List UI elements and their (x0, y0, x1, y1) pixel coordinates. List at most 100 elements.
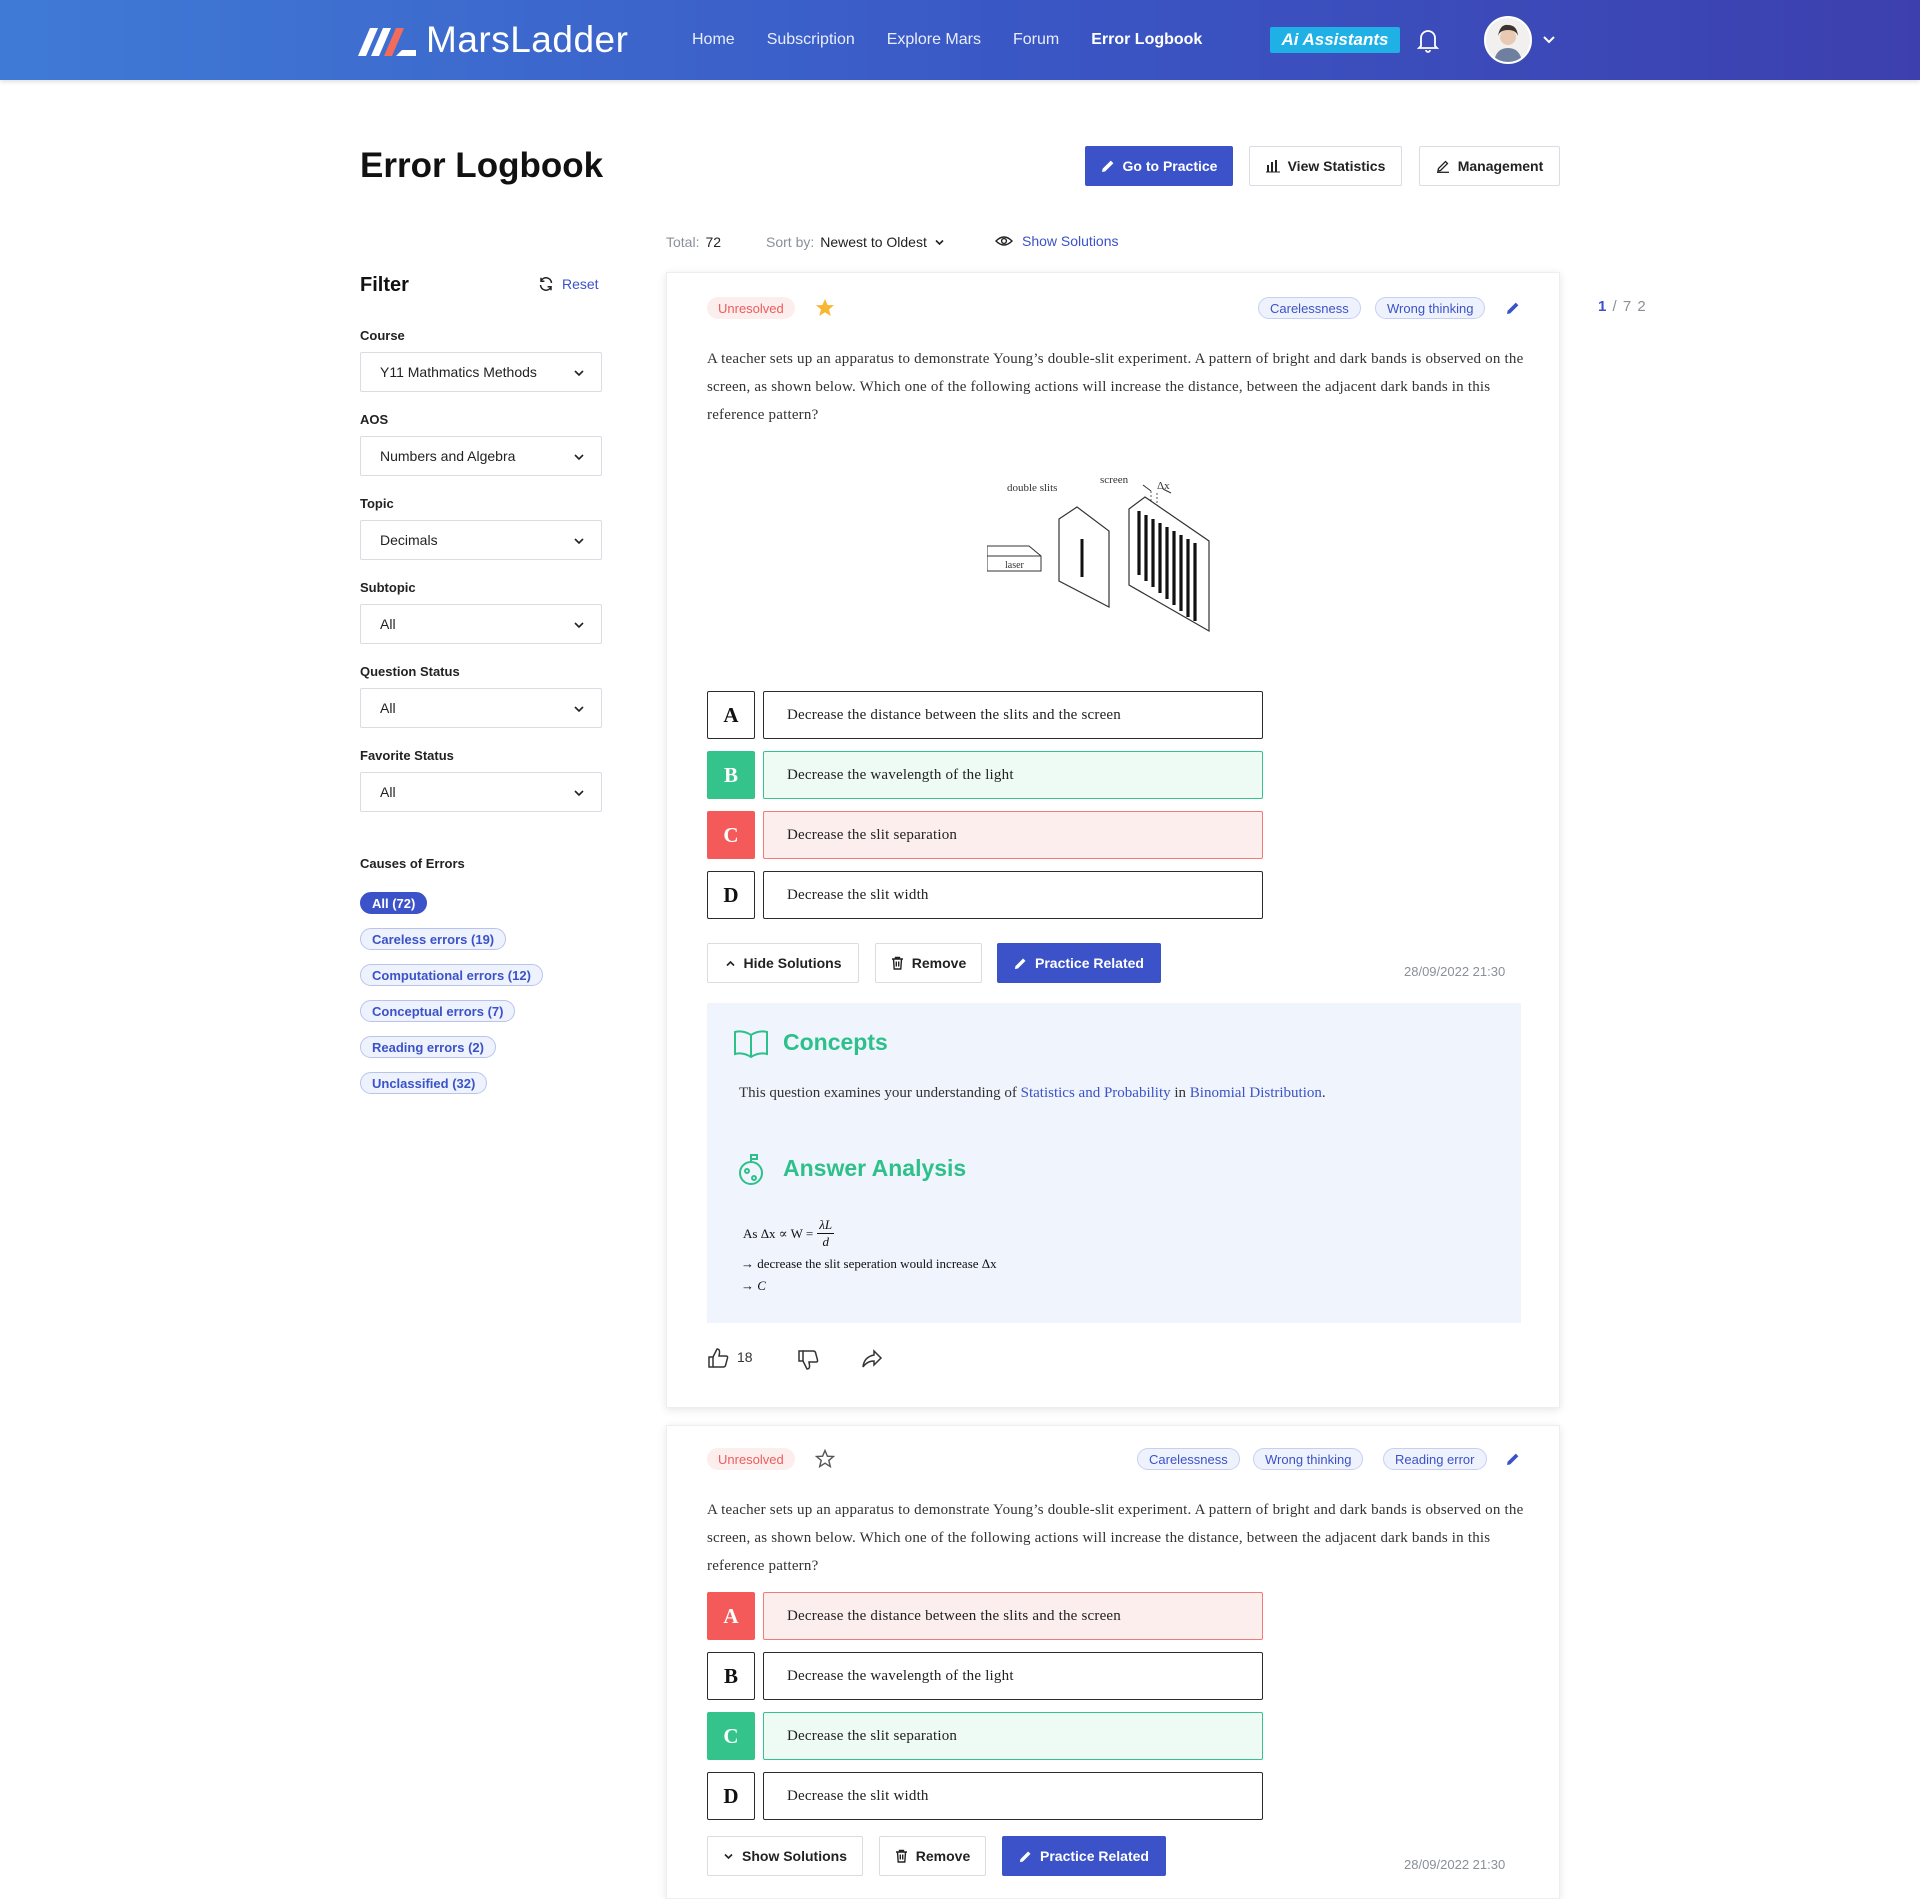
bar-chart-icon (1265, 160, 1280, 173)
course-select[interactable]: Y11 Mathmatics Methods (360, 352, 602, 392)
tag-wrong-thinking[interactable]: Wrong thinking (1253, 1448, 1364, 1470)
question-card: Unresolved Carelessness Wrong thinking R… (666, 1425, 1560, 1899)
subtopic-select[interactable]: All (360, 604, 602, 644)
timestamp: 28/09/2022 21:30 (1404, 1857, 1506, 1872)
assistants-label: Assistants (1302, 30, 1389, 49)
thumbs-down-icon[interactable] (797, 1349, 819, 1371)
practice-related-button[interactable]: Practice Related (997, 943, 1161, 983)
nav-explore-mars[interactable]: Explore Mars (887, 31, 981, 49)
double-slit-diagram: double slits screen Δx laser (987, 474, 1210, 633)
remove-button[interactable]: Remove (875, 943, 982, 983)
pencil-icon (1019, 1850, 1031, 1862)
favorite-status-select[interactable]: All (360, 772, 602, 812)
option-a-letter[interactable]: A (707, 1592, 755, 1640)
star-outline-icon[interactable] (815, 1449, 835, 1469)
sort-value: Newest to Oldest (820, 234, 927, 250)
slit-plate (1058, 506, 1110, 608)
option-c-text[interactable]: Decrease the slit separation (763, 1712, 1263, 1760)
question-status-label: Question Status (360, 664, 460, 679)
hide-solutions-button[interactable]: Hide Solutions (707, 943, 859, 983)
bell-icon[interactable] (1416, 27, 1440, 53)
question-status-select[interactable]: All (360, 688, 602, 728)
open-book-icon (734, 1030, 768, 1059)
star-filled-icon[interactable] (815, 298, 835, 318)
timestamp: 28/09/2022 21:30 (1404, 964, 1506, 979)
option-c-text[interactable]: Decrease the slit separation (763, 811, 1263, 859)
show-solutions-label: Show Solutions (1022, 233, 1119, 249)
question-card: Unresolved Carelessness Wrong thinking A… (666, 272, 1560, 1408)
causes-of-errors-label: Causes of Errors (360, 856, 465, 871)
concepts-link-statistics[interactable]: Statistics and Probability (1021, 1085, 1171, 1101)
marsladder-logo[interactable]: MarsLadder (358, 18, 628, 62)
logo-text: MarsLadder (426, 19, 629, 60)
assistants-button[interactable]: Ai Assistants (1270, 27, 1400, 53)
option-d-letter[interactable]: D (707, 871, 755, 919)
answer-analysis-heading: Answer Analysis (783, 1155, 967, 1181)
option-a-letter[interactable]: A (707, 691, 755, 739)
option-a-text[interactable]: Decrease the distance between the slits … (763, 691, 1263, 739)
subtopic-value: All (380, 616, 396, 632)
remove-label: Remove (911, 955, 967, 971)
practice-related-button[interactable]: Practice Related (1002, 1836, 1166, 1876)
course-value: Y11 Mathmatics Methods (380, 364, 537, 380)
thumbs-up-icon[interactable] (707, 1347, 729, 1369)
status-badge: Unresolved (707, 1448, 795, 1470)
chevron-up-icon (725, 960, 735, 966)
aos-select[interactable]: Numbers and Algebra (360, 436, 602, 476)
screen-plate (1128, 496, 1210, 633)
avatar[interactable] (1484, 16, 1532, 64)
cause-chip-conceptual[interactable]: Conceptual errors (7) (360, 1000, 516, 1022)
tag-reading-error[interactable]: Reading error (1383, 1448, 1487, 1470)
option-b-text[interactable]: Decrease the wavelength of the light (763, 1652, 1263, 1700)
cause-chip-unclassified[interactable]: Unclassified (32) (360, 1072, 488, 1094)
nav-home[interactable]: Home (692, 31, 735, 49)
sort-dropdown[interactable]: Sort by: Newest to Oldest (766, 234, 945, 250)
cause-chip-computational[interactable]: Computational errors (12) (360, 964, 543, 986)
reset-button[interactable]: Reset (538, 276, 599, 292)
show-solutions-button[interactable]: Show Solutions (707, 1836, 863, 1876)
cause-chip-careless[interactable]: Careless errors (19) (360, 928, 507, 950)
logo-mark-icon (358, 28, 416, 56)
option-c-letter[interactable]: C (707, 811, 755, 859)
nav-forum[interactable]: Forum (1013, 31, 1059, 49)
diagram-label-slits: double slits (1007, 482, 1057, 494)
management-button[interactable]: Management (1419, 146, 1560, 186)
option-a-text[interactable]: Decrease the distance between the slits … (763, 1592, 1263, 1640)
option-b-letter[interactable]: B (707, 751, 755, 799)
total-count: Total: 72 (666, 234, 721, 250)
analysis-icon (739, 1154, 763, 1185)
topic-select[interactable]: Decimals (360, 520, 602, 560)
nav-subscription[interactable]: Subscription (767, 31, 855, 49)
favorite-status-value: All (380, 784, 396, 800)
option-c-letter[interactable]: C (707, 1712, 755, 1760)
tag-carelessness[interactable]: Carelessness (1258, 297, 1361, 319)
share-icon[interactable] (861, 1348, 883, 1370)
cause-chip-all[interactable]: All (72) (360, 892, 428, 914)
edit-tags-icon[interactable] (1506, 301, 1520, 315)
tag-wrong-thinking[interactable]: Wrong thinking (1375, 297, 1486, 319)
question-text: A teacher sets up an apparatus to demons… (707, 351, 1524, 423)
question-text: A teacher sets up an apparatus to demons… (707, 1502, 1524, 1574)
total-value: 72 (705, 234, 722, 250)
option-b-letter[interactable]: B (707, 1652, 755, 1700)
option-b-text[interactable]: Decrease the wavelength of the light (763, 751, 1263, 799)
nav-error-logbook[interactable]: Error Logbook (1091, 31, 1202, 49)
chevron-down-icon (574, 706, 584, 713)
show-solutions-toggle[interactable]: Show Solutions (995, 233, 1119, 249)
practice-related-label: Practice Related (1035, 955, 1144, 971)
remove-button[interactable]: Remove (879, 1836, 986, 1876)
show-solutions-label: Show Solutions (742, 1848, 847, 1864)
option-d-letter[interactable]: D (707, 1772, 755, 1820)
concepts-link-binomial[interactable]: Binomial Distribution (1190, 1085, 1322, 1101)
edit-tags-icon[interactable] (1506, 1452, 1520, 1466)
option-d-text[interactable]: Decrease the slit width (763, 871, 1263, 919)
chevron-down-icon[interactable] (1542, 33, 1556, 47)
trash-icon (895, 1849, 907, 1863)
tag-carelessness[interactable]: Carelessness (1137, 1448, 1240, 1470)
like-count: 18 (737, 1349, 753, 1365)
view-statistics-button[interactable]: View Statistics (1249, 146, 1402, 186)
go-to-practice-button[interactable]: Go to Practice (1085, 146, 1233, 186)
option-d-text[interactable]: Decrease the slit width (763, 1772, 1263, 1820)
cause-chip-reading[interactable]: Reading errors (2) (360, 1036, 496, 1058)
trash-icon (891, 956, 903, 970)
